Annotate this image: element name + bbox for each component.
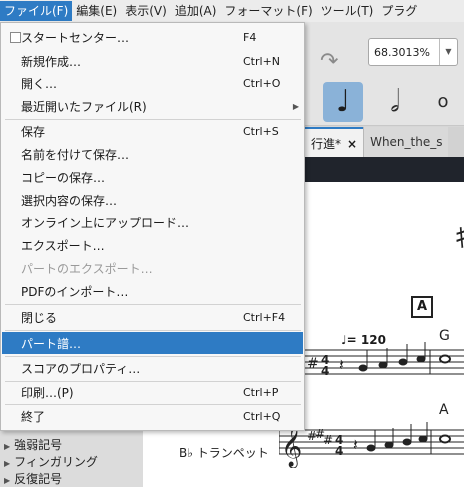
- menu-item-close[interactable]: 閉じる Ctrl+F4: [2, 306, 303, 328]
- zoom-select[interactable]: 68.3013% ▼: [368, 38, 458, 66]
- score-tabs: 行進* × When_the_s: [305, 127, 464, 157]
- score-title-fragment: ｷ: [455, 224, 464, 254]
- svg-text:#: #: [323, 433, 333, 447]
- palette-item-repeats[interactable]: ▶ 反復記号: [4, 470, 62, 487]
- menu-item-import-pdf[interactable]: PDFのインポート…: [2, 280, 303, 302]
- staff-2[interactable]: 𝄞 # # # 4 4 𝄽: [279, 418, 464, 468]
- menu-item-upload-online[interactable]: オンライン上にアップロード…: [2, 211, 303, 233]
- svg-text:𝄞: 𝄞: [281, 425, 302, 468]
- menu-edit[interactable]: 編集(E): [72, 1, 121, 21]
- chord-symbol[interactable]: A: [439, 402, 449, 418]
- menu-item-score-properties[interactable]: スコアのプロパティ…: [2, 357, 303, 379]
- tab-label: When_the_s: [370, 135, 443, 149]
- svg-text:4: 4: [335, 444, 343, 458]
- menu-item-export[interactable]: エクスポート…: [2, 234, 303, 256]
- redo-icon[interactable]: ↷: [320, 51, 350, 73]
- quarter-note-icon[interactable]: ♩: [323, 82, 363, 122]
- menu-format[interactable]: フォーマット(F): [220, 1, 316, 21]
- staff-1[interactable]: # 4 4 𝄽: [303, 340, 464, 390]
- rehearsal-mark[interactable]: A: [411, 296, 433, 318]
- chevron-right-icon: ▶: [4, 459, 11, 468]
- chevron-right-icon: ▶: [4, 442, 11, 451]
- menu-item-parts[interactable]: パート譜…: [2, 332, 303, 354]
- half-note-icon[interactable]: 𝅗𝅥: [375, 82, 415, 122]
- close-icon[interactable]: ×: [347, 137, 357, 151]
- menu-plugins[interactable]: プラグ: [377, 1, 421, 21]
- menu-tools[interactable]: ツール(T): [317, 1, 378, 21]
- menu-item-new[interactable]: 新規作成… Ctrl+N: [2, 50, 303, 72]
- menu-item-print[interactable]: 印刷…(P) Ctrl+P: [2, 381, 303, 403]
- menubar: ファイル(F) 編集(E) 表示(V) 追加(A) フォーマット(F) ツール(…: [0, 0, 464, 22]
- checkbox-icon[interactable]: [10, 32, 21, 43]
- svg-text:𝄽: 𝄽: [353, 435, 358, 454]
- menu-file[interactable]: ファイル(F): [0, 1, 73, 21]
- palette-item-dynamics[interactable]: ▶ 強弱記号: [4, 436, 62, 453]
- chevron-down-icon[interactable]: ▼: [439, 39, 457, 65]
- tab-label: 行進*: [311, 137, 342, 151]
- instrument-name: B♭ トランペット: [179, 446, 269, 460]
- palette-item-fingering[interactable]: ▶ フィンガリング: [4, 453, 98, 470]
- tab-score-2[interactable]: When_the_s: [363, 127, 449, 157]
- chevron-right-icon: ▶: [292, 101, 299, 111]
- menu-item-quit[interactable]: 終了 Ctrl+Q: [2, 405, 303, 427]
- menu-item-open[interactable]: 開く… Ctrl+O: [2, 72, 303, 94]
- menu-item-save-as[interactable]: 名前を付けて保存…: [2, 143, 303, 165]
- svg-text:4: 4: [321, 364, 329, 378]
- file-menu: スタートセンター… F4 新規作成… Ctrl+N 開く… Ctrl+O 最近開…: [0, 22, 305, 431]
- menu-separator: [5, 330, 301, 331]
- zoom-value: 68.3013%: [374, 45, 430, 59]
- whole-note-icon[interactable]: o: [423, 82, 463, 122]
- menu-item-export-parts: パートのエクスポート…: [21, 261, 153, 276]
- menu-item-save-copy[interactable]: コピーの保存…: [2, 166, 303, 188]
- toolbar: ↷ 68.3013% ▼ ♩ 𝅗𝅥 o: [305, 22, 464, 126]
- menu-item-save[interactable]: 保存 Ctrl+S: [2, 120, 303, 142]
- menu-item-start-center[interactable]: スタートセンター… F4: [2, 26, 303, 48]
- menu-view[interactable]: 表示(V): [121, 1, 171, 21]
- menu-add[interactable]: 追加(A): [171, 1, 221, 21]
- menu-separator: [5, 304, 301, 305]
- svg-text:#: #: [307, 356, 319, 372]
- menu-item-recent-files[interactable]: 最近開いたファイル(R) ▶: [2, 95, 303, 117]
- svg-text:𝄽: 𝄽: [339, 355, 344, 374]
- tab-score-1[interactable]: 行進* ×: [305, 127, 364, 157]
- chevron-right-icon: ▶: [4, 476, 11, 485]
- menu-item-save-selection[interactable]: 選択内容の保存…: [2, 189, 303, 211]
